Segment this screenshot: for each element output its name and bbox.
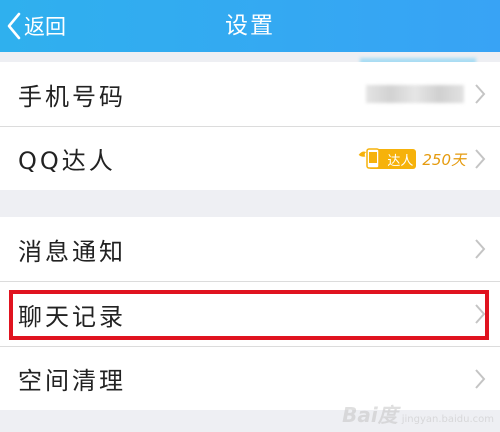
daren-badge-label: 达人 — [387, 153, 414, 169]
winged-phone-icon — [357, 148, 381, 169]
settings-item-label: 聊天记录 — [18, 302, 126, 331]
settings-group-account: 手机号码 QQ达人 达人 250天 — [0, 62, 500, 190]
settings-item-notifications[interactable]: 消息通知 — [0, 217, 500, 281]
daren-days: 250天 — [422, 150, 466, 169]
phone-number-value — [366, 85, 464, 103]
settings-item-phone[interactable]: 手机号码 — [0, 62, 500, 126]
settings-group-general: 消息通知 聊天记录 空间清理 — [0, 217, 500, 410]
settings-item-qq-daren[interactable]: QQ达人 达人 250天 — [0, 127, 500, 190]
title-bar: 返回 设置 — [0, 0, 500, 52]
settings-item-label: 消息通知 — [18, 237, 126, 266]
settings-item-label: 手机号码 — [18, 82, 126, 111]
chevron-right-icon — [475, 369, 486, 389]
watermark-url: jingyan.baidu.com — [401, 414, 494, 425]
chevron-right-icon — [475, 239, 486, 259]
watermark: Bai度 jingyan.baidu.com — [342, 399, 494, 428]
settings-item-chat-history[interactable]: 聊天记录 — [0, 282, 500, 346]
page-title: 设置 — [225, 13, 275, 39]
daren-badge: 达人 250天 — [357, 148, 466, 170]
settings-item-label: 空间清理 — [18, 367, 126, 395]
chevron-right-icon — [475, 84, 486, 104]
chevron-right-icon — [475, 304, 486, 324]
watermark-logo: Bai度 — [342, 403, 398, 427]
chevron-right-icon — [475, 149, 486, 169]
settings-item-label: QQ达人 — [18, 147, 116, 175]
